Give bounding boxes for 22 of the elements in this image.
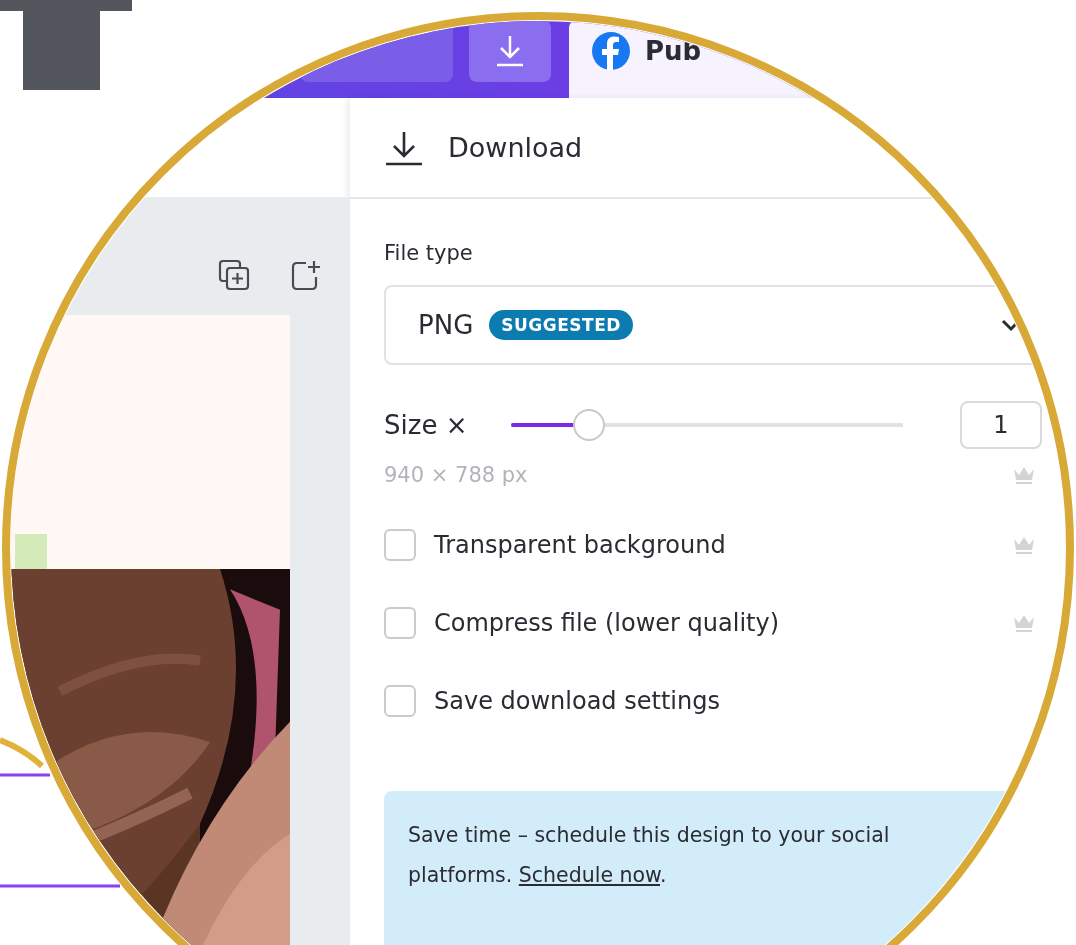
- option-label: Transparent background: [434, 531, 727, 559]
- download-icon: [384, 129, 424, 166]
- schedule-link[interactable]: Schedule now: [518, 863, 660, 887]
- slider-thumb[interactable]: [573, 409, 606, 441]
- facebook-icon: [591, 31, 631, 71]
- option-label: Save download settings: [434, 687, 721, 715]
- add-page-icon[interactable]: [290, 259, 322, 291]
- info-text: Save time – schedule this design to your social platforms. Schedule now.: [408, 822, 891, 889]
- accent-block: [15, 534, 47, 570]
- suggested-badge: SUGGESTED: [489, 310, 633, 340]
- file-type-label: File type: [384, 241, 474, 265]
- dimensions-text: 940 × 788 px: [384, 463, 528, 487]
- swirl-drawing: [0, 737, 45, 769]
- option-label: Compress file (lower quality): [434, 609, 781, 637]
- size-input[interactable]: 1: [960, 401, 1042, 449]
- download-button[interactable]: [469, 20, 551, 82]
- checkbox[interactable]: [384, 529, 416, 561]
- checkbox[interactable]: [384, 685, 416, 717]
- duplicate-page-icon[interactable]: [218, 259, 250, 291]
- panel-title: Download: [448, 132, 583, 163]
- checkbox[interactable]: [384, 607, 416, 639]
- size-label: Size ×: [384, 410, 469, 440]
